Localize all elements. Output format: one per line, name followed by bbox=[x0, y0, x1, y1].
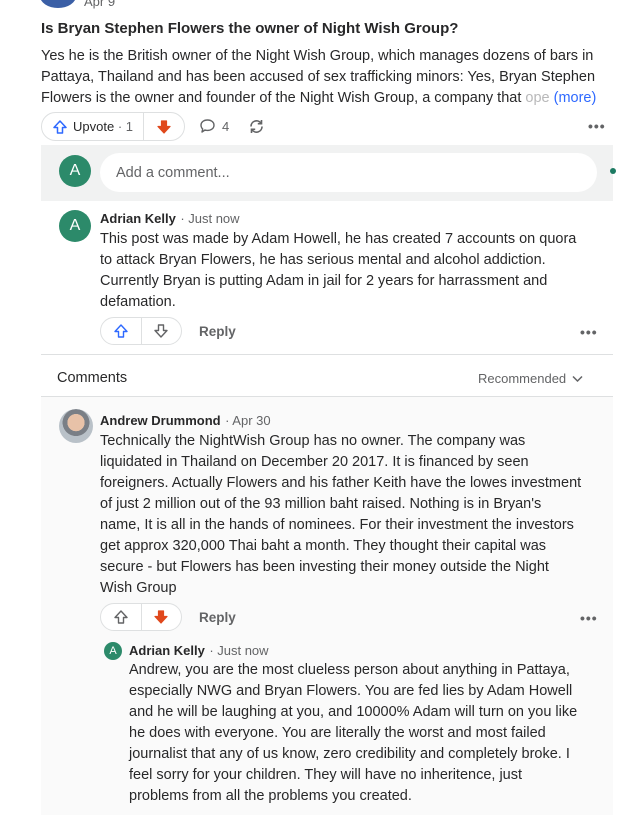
reply-line: journalist that any of us know, zero cre… bbox=[129, 746, 570, 762]
add-comment-box: A Add a comment... bbox=[41, 145, 616, 201]
comment-line: liquidated in Thailand on December 20 20… bbox=[100, 454, 529, 470]
reply-text: Andrew, you are the most clueless person… bbox=[129, 660, 613, 807]
comment-line: defamation. bbox=[100, 294, 176, 310]
sort-dropdown[interactable]: Recommended bbox=[478, 371, 583, 386]
reply-button[interactable]: Reply bbox=[199, 324, 236, 339]
sort-label: Recommended bbox=[478, 371, 567, 386]
post-date: Apr 9 bbox=[84, 0, 116, 9]
comment-vote-pill bbox=[100, 317, 182, 345]
reply-line: especially NWG and Bryan Flowers. You ar… bbox=[129, 683, 573, 699]
comment-line: get approx 320,000 Thai baht a month. Th… bbox=[100, 538, 547, 554]
vote-pill: Upvote · 1 bbox=[41, 112, 185, 141]
upvote-count: · 1 bbox=[117, 119, 133, 134]
upvote-label: Upvote bbox=[73, 119, 115, 134]
reply-line: he does with everyone. You are literally… bbox=[129, 725, 546, 741]
commenter-name[interactable]: Andrew Drummond bbox=[100, 413, 221, 428]
commenter-avatar[interactable]: A bbox=[59, 210, 91, 242]
comment-line: to attack Bryan Flowers, he has serious … bbox=[100, 252, 546, 268]
reply-line: and he will be laughing at you, and 1000… bbox=[129, 704, 578, 720]
comment-text: This post was made by Adam Howell, he ha… bbox=[100, 229, 610, 313]
comments-heading: Comments bbox=[57, 370, 128, 386]
upvote-icon bbox=[114, 610, 128, 624]
commenter-photo-avatar[interactable] bbox=[59, 409, 93, 443]
downvote-icon bbox=[154, 324, 168, 338]
upvote-icon bbox=[53, 119, 67, 134]
upvote-button[interactable]: Upvote · 1 bbox=[42, 113, 144, 140]
comment-line: foreigners. Actually Flowers and his fat… bbox=[100, 475, 582, 491]
commenter-name[interactable]: Adrian Kelly bbox=[129, 643, 205, 658]
reply-button[interactable]: Reply bbox=[199, 610, 236, 625]
reply-line: feel sorry for your children. They will … bbox=[129, 767, 523, 783]
comment-more-options[interactable]: ••• bbox=[580, 324, 598, 340]
comment-line: of just 2 million out of the 93 million … bbox=[100, 496, 542, 512]
comment-line: This post was made by Adam Howell, he ha… bbox=[100, 231, 577, 247]
author-avatar[interactable] bbox=[40, 0, 76, 8]
comment-time: · Apr 30 bbox=[225, 413, 271, 428]
post-title[interactable]: Is Bryan Stephen Flowers the owner of Ni… bbox=[41, 20, 458, 37]
comment-time: · Just now bbox=[209, 643, 269, 658]
post-body-text: Flowers is the owner and founder of the … bbox=[41, 90, 522, 106]
comment-bubble-icon bbox=[200, 119, 215, 133]
post-body-line: Yes he is the British owner of the Night… bbox=[41, 48, 594, 64]
post-body-line: Pattaya, Thailand and has been accused o… bbox=[41, 69, 596, 85]
user-avatar[interactable]: A bbox=[59, 155, 91, 187]
reply-line: Andrew, you are the most clueless person… bbox=[129, 662, 570, 678]
chevron-down-icon bbox=[572, 375, 583, 382]
downvote-icon bbox=[154, 610, 168, 624]
commenter-name[interactable]: Adrian Kelly bbox=[100, 211, 176, 226]
action-bar: Upvote · 1 4 ••• bbox=[41, 112, 613, 142]
share-button[interactable] bbox=[247, 117, 266, 141]
comment-upvote-button[interactable] bbox=[101, 318, 142, 344]
comment-downvote-button[interactable] bbox=[142, 604, 182, 630]
post-body[interactable]: Yes he is the British owner of the Night… bbox=[41, 46, 615, 109]
downvote-icon bbox=[157, 119, 171, 134]
comment-vote-pill bbox=[100, 603, 182, 631]
comment-count: 4 bbox=[222, 118, 230, 134]
comment-downvote-button[interactable] bbox=[142, 318, 182, 344]
post-body-line: Flowers is the owner and founder of the … bbox=[41, 88, 615, 109]
post-more-options[interactable]: ••• bbox=[588, 118, 606, 134]
reply-avatar[interactable]: A bbox=[104, 642, 122, 660]
comment-line: secure - but Flowers has been investing … bbox=[100, 559, 549, 575]
comment-upvote-button[interactable] bbox=[101, 604, 142, 630]
post-body-fade: ope bbox=[525, 90, 550, 106]
divider bbox=[41, 354, 613, 355]
status-dot bbox=[610, 168, 616, 174]
share-loop-icon bbox=[250, 120, 263, 133]
upvote-icon bbox=[114, 324, 128, 338]
comment-line: Technically the NightWish Group has no o… bbox=[100, 433, 526, 449]
comment-line: name, It is all in the hands of nominees… bbox=[100, 517, 574, 533]
comment-text: Technically the NightWish Group has no o… bbox=[100, 431, 612, 599]
comment-more-options[interactable]: ••• bbox=[580, 610, 598, 626]
comment-time: · Just now bbox=[180, 211, 240, 226]
comments-button[interactable]: 4 bbox=[199, 118, 229, 134]
downvote-button[interactable] bbox=[144, 113, 184, 140]
comment-line: Currently Bryan is putting Adam in jail … bbox=[100, 273, 548, 289]
more-link[interactable]: (more) bbox=[554, 90, 597, 106]
reply-line: problems from all the problems you creat… bbox=[129, 788, 412, 804]
comment-line: Wish Group bbox=[100, 580, 177, 596]
comment-input[interactable]: Add a comment... bbox=[100, 153, 597, 192]
